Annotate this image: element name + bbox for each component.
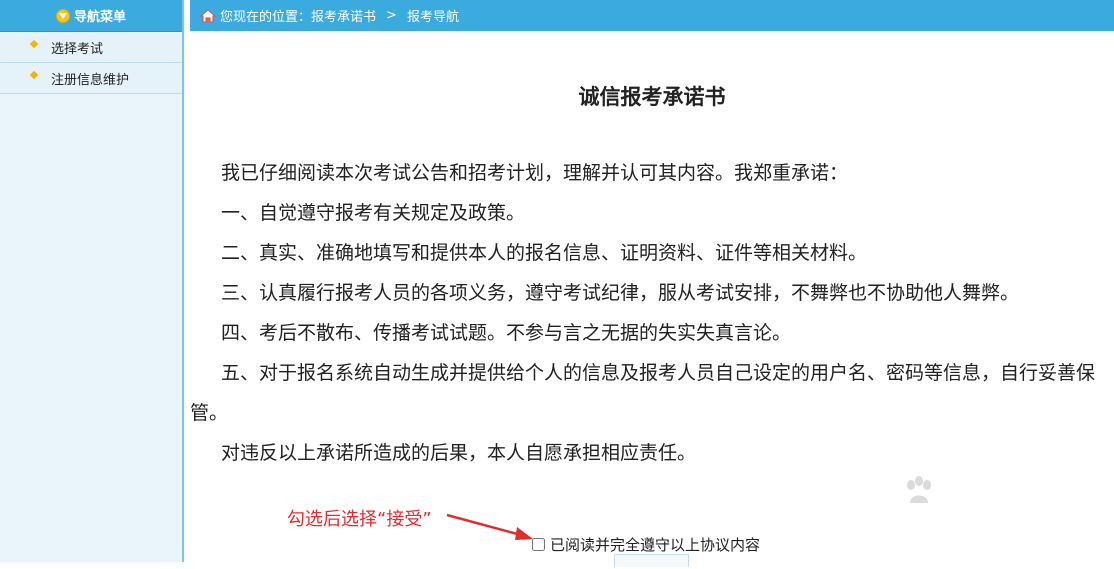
main-content: 诚信报考承诺书 我已仔细阅读本次考试公告和招考计划，理解并认可其内容。我郑重承诺… — [190, 31, 1114, 567]
breadcrumb-item-pledge[interactable]: 报考承诺书 — [311, 6, 376, 25]
sidebar-item-select-exam[interactable]: 选择考试 — [0, 32, 182, 63]
chevron-down-icon — [55, 8, 70, 23]
agreement-label: 已阅读并完全遵守以上协议内容 — [550, 536, 761, 554]
annotation-arrow-icon — [446, 513, 533, 540]
sidebar-item-registration-info[interactable]: 注册信息维护 — [0, 63, 182, 94]
breadcrumb-item-nav[interactable]: 报考导航 — [407, 6, 459, 25]
pledge-intro: 我已仔细阅读本次考试公告和招考计划，理解并认可其内容。我郑重承诺： — [221, 162, 849, 184]
agreement-checkbox[interactable] — [532, 538, 545, 551]
baidu-jingyan-watermark — [902, 469, 1102, 569]
page-title: 诚信报考承诺书 — [578, 85, 726, 109]
pledge-item-3: 三、认真履行报考人员的各项义务，遵守考试纪律，服从考试安排，不舞弊也不协助他人舞… — [221, 282, 1020, 304]
accept-button[interactable] — [614, 554, 689, 567]
annotation-text: 勾选后选择“接受” — [287, 509, 432, 530]
sidebar-header: 导航菜单 — [0, 0, 182, 32]
breadcrumb-separator: > — [386, 8, 397, 23]
bullet-icon — [29, 70, 39, 80]
bullet-icon — [29, 39, 39, 49]
breadcrumb-prefix: 您现在的位置： — [220, 10, 312, 25]
pledge-item-4: 四、考后不散布、传播考试试题。不参与言之无据的失实失真言论。 — [221, 322, 792, 344]
breadcrumb: 您现在的位置： 报考承诺书 > 报考导航 — [190, 0, 1114, 31]
sidebar-item-label: 注册信息维护 — [51, 72, 130, 88]
pledge-closing: 对违反以上承诺所造成的后果，本人自愿承担相应责任。 — [221, 442, 697, 464]
pledge-item-1: 一、自觉遵守报考有关规定及政策。 — [221, 202, 526, 224]
sidebar-item-label: 选择考试 — [51, 41, 104, 57]
sidebar-title: 导航菜单 — [73, 10, 126, 25]
sidebar: 导航菜单 选择考试 注册信息维护 — [0, 0, 184, 562]
pledge-item-5: 五、对于报名系统自动生成并提供给个人的信息及报考人员自己设定的用户名、密码等信息… — [190, 362, 1096, 424]
pledge-item-2: 二、真实、准确地填写和提供本人的报名信息、证明资料、证件等相关材料。 — [221, 242, 868, 264]
home-icon — [199, 8, 217, 23]
agreement-row[interactable]: 已阅读并完全遵守以上协议内容 — [532, 534, 760, 555]
paw-icon — [907, 475, 931, 503]
watermark-logo — [902, 469, 1102, 512]
